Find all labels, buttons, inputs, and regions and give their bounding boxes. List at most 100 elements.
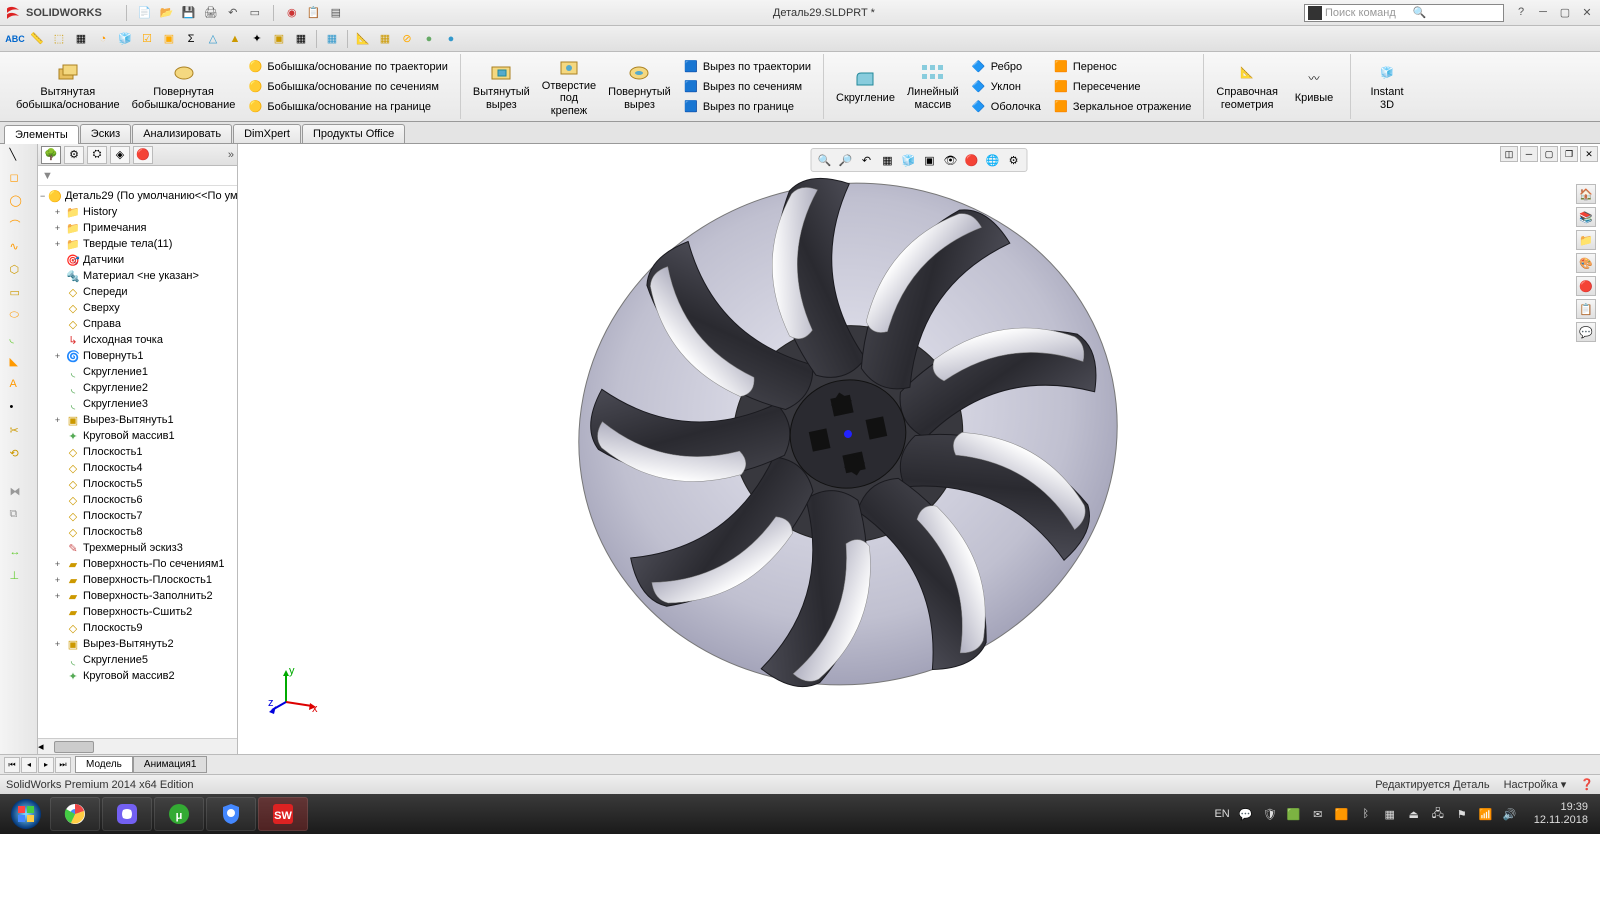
tab-dimxpert[interactable]: DimXpert — [233, 124, 301, 143]
select-icon[interactable]: ▭ — [247, 5, 263, 21]
compare-icon[interactable]: ▦ — [323, 30, 341, 48]
mirror-sketch-icon[interactable]: ⧓ — [10, 485, 28, 503]
save-icon[interactable]: 💾 — [181, 5, 197, 21]
tab-scroll-last-icon[interactable]: ⏭ — [55, 757, 71, 773]
tree-item[interactable]: ✎Трехмерный эскиз3 — [40, 540, 237, 556]
hole-wizard-button[interactable]: Отверстие под крепеж — [536, 54, 602, 120]
check-icon[interactable]: ☑ — [138, 30, 156, 48]
tree-item[interactable]: ◇Плоскость1 — [40, 444, 237, 460]
boundary-boss-button[interactable]: 🟡Бобышка/основание на границе — [245, 98, 450, 116]
config-tab[interactable]: ⛭ — [87, 146, 107, 164]
tree-filter[interactable]: ▼ — [38, 166, 237, 186]
relation-tool-icon[interactable]: ⊥ — [10, 569, 28, 587]
taskbar-utorrent[interactable]: μ — [154, 797, 204, 831]
tree-item[interactable]: +▰Поверхность-По сечениям1 — [40, 556, 237, 572]
loft-cut-button[interactable]: 🟦Вырез по сечениям — [681, 78, 813, 96]
rebuild-icon[interactable]: ◉ — [284, 5, 300, 21]
settings-icon[interactable]: ▤ — [328, 5, 344, 21]
minimize-button[interactable]: ─ — [1534, 6, 1552, 20]
instant3d-button[interactable]: 🧊 Instant 3D — [1357, 60, 1417, 113]
rib-button[interactable]: 🔷Ребро — [969, 58, 1043, 76]
tree-item[interactable]: ◇Сверху — [40, 300, 237, 316]
tree-item[interactable]: ◟Скругление2 — [40, 380, 237, 396]
rectangle-tool-icon[interactable]: ◻ — [10, 171, 28, 189]
tray-shield-icon[interactable]: 🛡 — [1262, 806, 1278, 822]
simulation-icon[interactable]: ● — [420, 30, 438, 48]
view-palette-icon[interactable]: 🎨 — [1576, 253, 1596, 273]
tree-item[interactable]: +📁History — [40, 204, 237, 220]
animation-tab[interactable]: Анимация1 — [133, 756, 208, 773]
fillet-button[interactable]: Скругление — [830, 66, 901, 107]
tree-item[interactable]: +▰Поверхность-Плоскость1 — [40, 572, 237, 588]
sweep-boss-button[interactable]: 🟡Бобышка/основание по траектории — [245, 58, 450, 76]
tree-item[interactable]: +▣Вырез-Вытянуть2 — [40, 636, 237, 652]
curves-button[interactable]: 〰 Кривые — [1284, 66, 1344, 107]
sensor-icon[interactable]: ◔ — [94, 30, 112, 48]
move-button[interactable]: 🟧Перенос — [1051, 58, 1194, 76]
tab-office[interactable]: Продукты Office — [302, 124, 405, 143]
intersect-button[interactable]: 🟧Пересечение — [1051, 78, 1194, 96]
ref-geometry-button[interactable]: 📐 Справочная геометрия — [1210, 60, 1284, 113]
forum-icon[interactable]: 💬 — [1576, 322, 1596, 342]
model-tab[interactable]: Модель — [75, 756, 133, 773]
display-tab[interactable]: 🔴 — [133, 146, 153, 164]
tree-item[interactable]: ◇Плоскость4 — [40, 460, 237, 476]
shell-button[interactable]: 🔷Оболочка — [969, 98, 1043, 116]
chamfer-sketch-icon[interactable]: ◣ — [10, 355, 28, 373]
graphics-viewport[interactable]: ◫ ─ ▢ ❐ ✕ 🔍 🔎 ↶ ▦ 🧊 ▣ 👁 🔴 🌐 ⚙ 🏠 📚 📁 🎨 🔴 … — [238, 144, 1600, 754]
tray-viber-icon[interactable]: 💬 — [1238, 806, 1254, 822]
doc-split-icon[interactable]: ◫ — [1500, 146, 1518, 162]
convert-tool-icon[interactable]: ⟲ — [10, 447, 28, 465]
tree-item[interactable]: 🔩Материал <не указан> — [40, 268, 237, 284]
tray-bluetooth-icon[interactable]: ᛒ — [1358, 806, 1374, 822]
revolve-boss-button[interactable]: Повернутая бобышка/основание — [126, 60, 242, 113]
resources-tab-icon[interactable]: 🏠 — [1576, 184, 1596, 204]
tree-item[interactable]: ◇Справа — [40, 316, 237, 332]
status-setting[interactable]: Настройка ▾ — [1504, 778, 1567, 791]
loft-boss-button[interactable]: 🟡Бобышка/основание по сечениям — [245, 78, 450, 96]
tab-analyze[interactable]: Анализировать — [132, 124, 232, 143]
statistics-icon[interactable]: 🧊 — [116, 30, 134, 48]
tree-item[interactable]: 🎯Датчики — [40, 252, 237, 268]
tree-root[interactable]: −🟡 Деталь29 (По умолчанию<<По ум — [40, 188, 237, 204]
undercut-icon[interactable]: ▦ — [376, 30, 394, 48]
custom-props-icon[interactable]: 📋 — [1576, 299, 1596, 319]
tray-flag-icon[interactable]: ⚑ — [1454, 806, 1470, 822]
import-diag-icon[interactable]: ▣ — [270, 30, 288, 48]
start-button[interactable] — [4, 797, 48, 831]
tab-elements[interactable]: Элементы — [4, 125, 79, 144]
close-button[interactable]: ✕ — [1578, 6, 1596, 20]
flow-icon[interactable]: ● — [442, 30, 460, 48]
section-props-icon[interactable]: ▦ — [72, 30, 90, 48]
ellipse-tool-icon[interactable]: ⬭ — [10, 309, 28, 327]
search-commands[interactable]: Поиск команд 🔍 — [1304, 4, 1504, 22]
tree-item[interactable]: +▣Вырез-Вытянуть1 — [40, 412, 237, 428]
revolve-cut-button[interactable]: Повернутый вырез — [602, 60, 677, 113]
extrude-boss-button[interactable]: Вытянутая бобышка/основание — [10, 60, 126, 113]
maximize-button[interactable]: ▢ — [1556, 6, 1574, 20]
tree-scrollbar[interactable]: ◂ — [38, 738, 237, 754]
tray-gpu-icon[interactable]: 🟩 — [1286, 806, 1302, 822]
circle-tool-icon[interactable]: ◯ — [10, 194, 28, 212]
orientation-triad[interactable]: y x z — [268, 664, 318, 714]
fillet-sketch-icon[interactable]: ◟ — [10, 332, 28, 350]
sweep-cut-button[interactable]: 🟦Вырез по траектории — [681, 58, 813, 76]
extrude-cut-button[interactable]: Вытянутый вырез — [467, 60, 536, 113]
design-library-icon[interactable]: 📚 — [1576, 207, 1596, 227]
offset-tool-icon[interactable]: ⧉ — [10, 508, 28, 526]
trim-tool-icon[interactable]: ✂ — [10, 424, 28, 442]
line-tool-icon[interactable]: ╲ — [10, 148, 28, 166]
tree-item[interactable]: +📁Примечания — [40, 220, 237, 236]
tree-item[interactable]: ✦Круговой массив2 — [40, 668, 237, 684]
tree-item[interactable]: ◇Плоскость5 — [40, 476, 237, 492]
tab-sketch[interactable]: Эскиз — [80, 124, 131, 143]
spline-tool-icon[interactable]: ∿ — [10, 240, 28, 258]
tree-item[interactable]: +🌀Повернуть1 — [40, 348, 237, 364]
tree-item[interactable]: ◇Плоскость7 — [40, 508, 237, 524]
tray-volume-icon[interactable]: 🔊 — [1502, 806, 1518, 822]
equations-icon[interactable]: Σ — [182, 30, 200, 48]
feature-tree-tab[interactable]: 🌳 — [41, 146, 61, 164]
text-tool-icon[interactable]: A — [10, 378, 28, 396]
appearances-icon[interactable]: 🔴 — [1576, 276, 1596, 296]
thickness-icon[interactable]: ▦ — [292, 30, 310, 48]
